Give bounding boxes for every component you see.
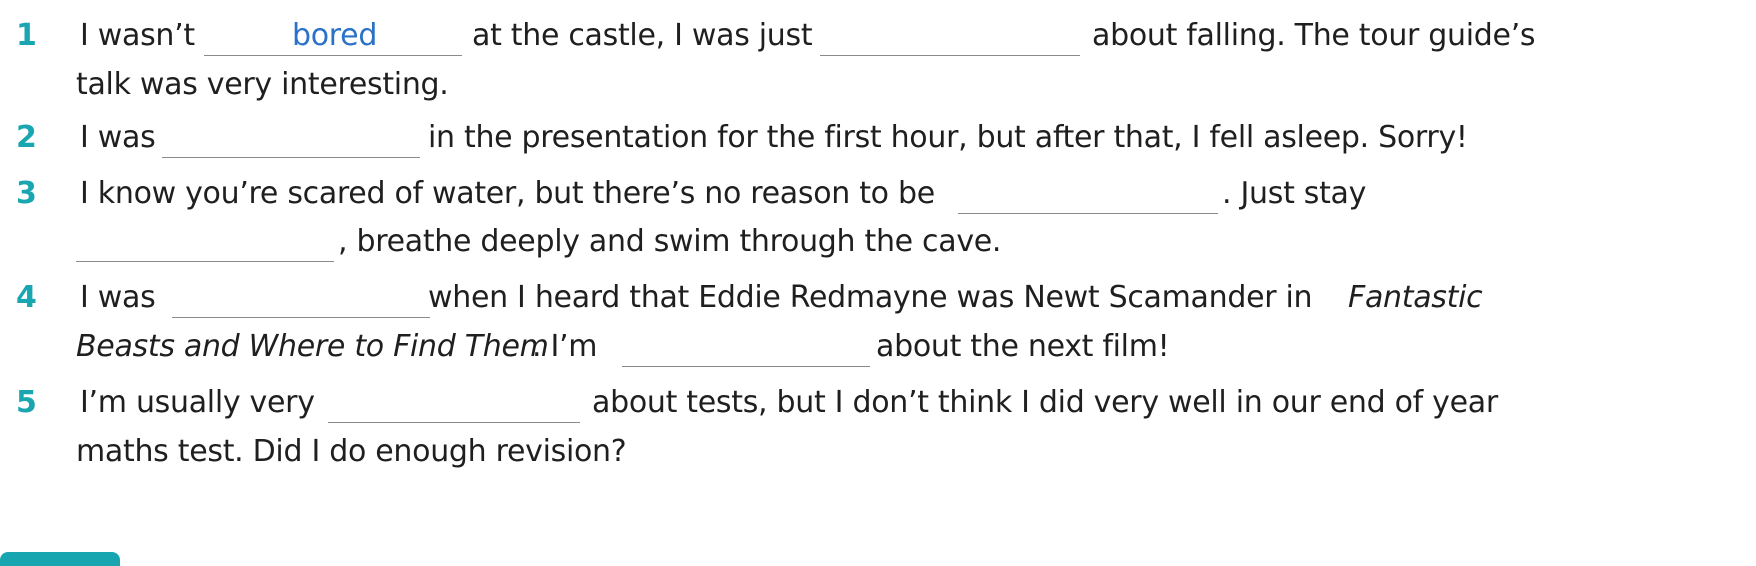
item-text: about tests, but I don’t think I did ver… xyxy=(592,385,1498,420)
item-text: about falling. The tour guide’s xyxy=(1092,18,1536,53)
fill-in-exercise: 1 I wasn’t bored at the castle, I was ju… xyxy=(0,0,1756,566)
item-number: 3 xyxy=(16,176,37,211)
answer-blank[interactable] xyxy=(162,118,420,158)
item-text: I know you’re scared of water, but there… xyxy=(80,176,935,211)
item-text: I was xyxy=(80,280,156,315)
item-text: . I’m xyxy=(532,329,598,364)
item-text: at the castle, I was just xyxy=(472,18,813,53)
answer-blank[interactable] xyxy=(76,222,334,262)
item-number: 5 xyxy=(16,385,37,420)
item-text: , breathe deeply and swim through the ca… xyxy=(338,224,1002,259)
item-number: 4 xyxy=(16,280,37,315)
item-number: 1 xyxy=(16,18,37,53)
item-text: maths test. Did I do enough revision? xyxy=(76,434,627,469)
item-text: I was xyxy=(80,120,156,155)
item-text: about the next film! xyxy=(876,329,1170,364)
answer-blank[interactable] xyxy=(820,16,1080,56)
item-text: I wasn’t xyxy=(80,18,195,53)
item-text: in the presentation for the first hour, … xyxy=(428,120,1468,155)
item-text: . Just stay xyxy=(1222,176,1367,211)
answer-blank[interactable] xyxy=(622,327,870,367)
answer-blank[interactable] xyxy=(172,278,430,318)
filled-answer: bored xyxy=(292,18,378,53)
answer-blank[interactable] xyxy=(328,383,580,423)
item-text: talk was very interesting. xyxy=(76,67,449,102)
section-tab-decoration xyxy=(0,552,120,566)
item-number: 2 xyxy=(16,120,37,155)
answer-blank[interactable] xyxy=(958,174,1218,214)
item-text: when I heard that Eddie Redmayne was New… xyxy=(428,280,1313,315)
item-text: I’m usually very xyxy=(80,385,315,420)
item-text-italic: Fantastic xyxy=(1348,280,1483,315)
item-text-italic: Beasts and Where to Find Them xyxy=(76,329,549,364)
